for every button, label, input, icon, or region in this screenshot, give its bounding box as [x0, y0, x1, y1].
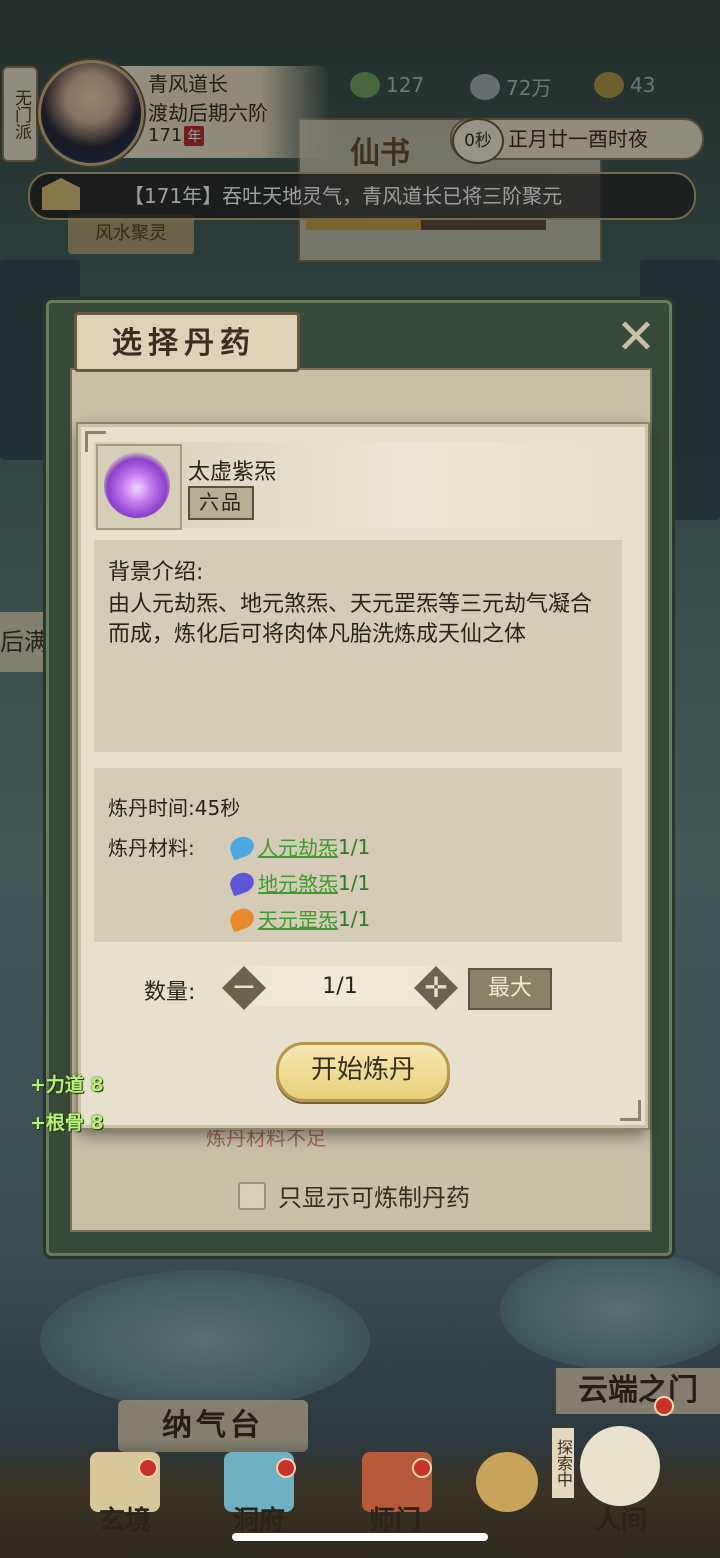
buff-bone: +根骨 8 — [30, 1112, 104, 1134]
background-text: 由人元劫炁、地元煞炁、天元罡炁等三元劫气凝合而成，炼化后可将肉体凡胎洗炼成天仙之… — [108, 592, 593, 647]
home-indicator[interactable] — [232, 1533, 488, 1541]
notification-dot — [276, 1458, 296, 1478]
material-count: 1/1 — [338, 834, 371, 859]
exploring-tag: 探索中 — [552, 1428, 574, 1498]
blue-qi-icon — [227, 832, 257, 861]
craft-time-value: 45秒 — [194, 796, 241, 820]
mountain-icon — [580, 1426, 660, 1506]
background-title: 背景介绍: — [108, 560, 204, 585]
purple-qi-icon — [104, 452, 170, 518]
quantity-label: 数量: — [144, 980, 196, 1005]
nav-shimen[interactable]: 师门 — [350, 1500, 440, 1537]
buff-strength: +力道 8 — [30, 1074, 104, 1096]
only-craftable-toggle[interactable]: 只显示可炼制丹药 — [238, 1178, 470, 1213]
item-grade-badge: 六品 — [188, 486, 254, 520]
quantity-value[interactable]: 1/1 — [300, 974, 380, 999]
nav-renjian[interactable]: 人间 — [576, 1500, 666, 1537]
material-name[interactable]: 人元劫炁 — [258, 832, 338, 861]
close-icon[interactable]: ✕ — [612, 313, 660, 362]
material-item[interactable]: 地元煞炁 1/1 — [227, 868, 371, 897]
material-count: 1/1 — [338, 870, 371, 895]
material-item[interactable]: 人元劫炁 1/1 — [227, 832, 371, 861]
max-button[interactable]: 最大 — [468, 968, 552, 1010]
material-count: 1/1 — [338, 906, 371, 931]
material-name[interactable]: 地元煞炁 — [258, 868, 338, 897]
craft-time: 炼丹时间:45秒 — [108, 792, 240, 821]
checkbox[interactable] — [238, 1181, 266, 1210]
start-alchemy-button[interactable]: 开始炼丹 — [276, 1042, 450, 1102]
ranking-icon[interactable] — [476, 1452, 538, 1512]
nav-xuanjing[interactable]: 玄境 — [80, 1500, 170, 1537]
item-name: 太虚紫炁 — [188, 460, 277, 485]
notification-dot — [412, 1458, 432, 1478]
nav-dongfu[interactable]: 洞府 — [214, 1500, 304, 1537]
only-craftable-label: 只显示可炼制丹药 — [278, 1184, 470, 1212]
panel-title: 选择丹药 — [112, 326, 256, 361]
materials-label: 炼丹材料: — [108, 836, 195, 860]
orange-qi-icon — [227, 904, 257, 933]
material-item[interactable]: 天元罡炁 1/1 — [227, 904, 371, 933]
craft-time-label: 炼丹时间: — [108, 796, 195, 820]
notification-dot — [138, 1458, 158, 1478]
indigo-qi-icon — [227, 868, 257, 897]
material-name[interactable]: 天元罡炁 — [258, 904, 338, 933]
notification-dot — [654, 1396, 674, 1416]
